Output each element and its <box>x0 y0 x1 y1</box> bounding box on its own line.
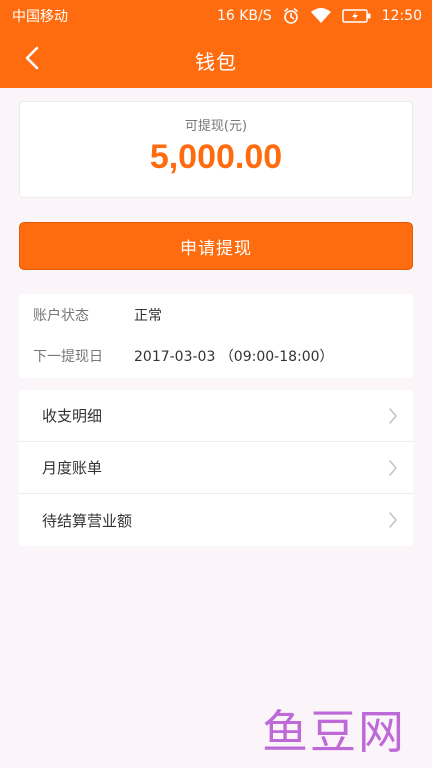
next-withdraw-row: 下一提现日 2017-03-03 （09:00-18:00） <box>33 346 334 366</box>
alarm-icon <box>282 7 300 25</box>
wallet-menu-list: 收支明细 月度账单 待结算营业额 <box>19 390 413 546</box>
balance-amount: 5,000.00 <box>149 138 283 176</box>
battery-charging-icon <box>341 8 372 24</box>
back-button[interactable] <box>14 42 50 78</box>
watermark-logo: 鱼豆网 <box>262 705 406 759</box>
menu-item-pending-settlement[interactable]: 待结算营业额 <box>19 494 413 546</box>
chevron-right-icon <box>387 458 399 478</box>
chevron-right-icon <box>387 510 399 530</box>
status-indicators: 16 KB/S 12:50 <box>217 7 422 25</box>
balance-label: 可提现(元) <box>184 119 248 134</box>
account-status-label: 账户状态 <box>33 308 89 324</box>
menu-item-transaction-details[interactable]: 收支明细 <box>19 390 413 442</box>
page-title: 钱包 <box>195 49 237 74</box>
carrier-name: 中国移动 <box>12 9 68 25</box>
withdraw-button[interactable]: 申请提现 <box>19 222 413 270</box>
menu-item-label: 待结算营业额 <box>42 511 133 530</box>
menu-item-monthly-bill[interactable]: 月度账单 <box>19 442 413 494</box>
account-info-card: 账户状态 正常 下一提现日 2017-03-03 （09:00-18:00） <box>19 294 413 378</box>
navigation-bar: 钱包 <box>0 32 432 88</box>
next-withdraw-value: 2017-03-03 （09:00-18:00） <box>134 349 334 365</box>
network-speed: 16 KB/S <box>216 8 272 24</box>
chevron-right-icon <box>387 406 399 426</box>
wifi-icon <box>310 7 332 25</box>
app-header: 中国移动 16 KB/S 12:50 钱包 <box>0 0 432 88</box>
account-status-value: 正常 <box>134 308 162 324</box>
chevron-left-icon <box>22 45 42 75</box>
status-bar: 中国移动 16 KB/S 12:50 <box>0 0 432 32</box>
next-withdraw-label: 下一提现日 <box>33 349 103 365</box>
menu-item-label: 月度账单 <box>42 459 103 477</box>
account-status-row: 账户状态 正常 <box>33 305 162 325</box>
clock-time: 12:50 <box>381 8 422 24</box>
balance-card: 可提现(元) 5,000.00 <box>19 101 413 198</box>
menu-item-label: 收支明细 <box>42 407 103 425</box>
